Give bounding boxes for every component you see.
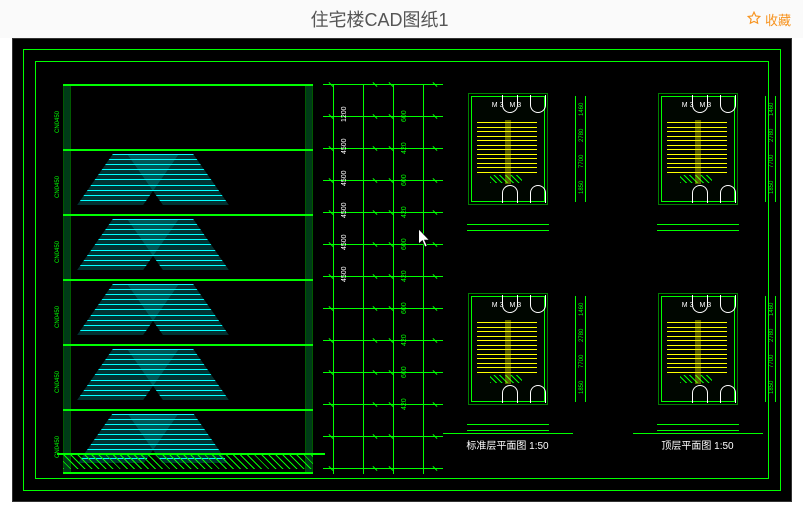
- door-arch-icon: [502, 185, 518, 203]
- dim-text-d1-0: 1200: [341, 106, 348, 122]
- dim-text-d2-2: 600: [401, 174, 408, 186]
- dim-text-d1-2: 4500: [341, 170, 348, 186]
- plan-dim-v-text: 7700: [769, 155, 775, 168]
- page-header: 住宅楼CAD图纸1 收藏: [0, 0, 803, 38]
- plan-title: 标准层平面图 1:50: [443, 433, 573, 452]
- plan-dim-v-text: 1850: [579, 181, 585, 194]
- floor-3: [63, 279, 313, 344]
- favorite-label: 收藏: [765, 10, 791, 29]
- door-arch-icon: [720, 385, 736, 403]
- floor-0: [63, 84, 313, 149]
- floor-1: [63, 149, 313, 214]
- door-labels: M3 M3: [643, 102, 753, 109]
- plan-dim-vertical: 1460 2780 7700 1850: [569, 296, 591, 402]
- dim-text-d2-1: 420: [401, 142, 408, 154]
- plan-dim-v-text: 1460: [579, 303, 585, 316]
- floor-2: [63, 214, 313, 279]
- door-arch-icon: [692, 385, 708, 403]
- plan-views-group: M3 M3 1460278077001850 M3 M3 14602780770…: [453, 84, 773, 484]
- dim-text-d2-7: 420: [401, 334, 408, 346]
- plan-dim-v-text: 1460: [579, 103, 585, 116]
- door-arch-icon: [530, 385, 546, 403]
- plan-dim-v-text: 1460: [769, 103, 775, 116]
- plan-dim-v-text: 2780: [579, 129, 585, 142]
- plan-stair-well: [695, 120, 701, 184]
- plan-dim-v-text: 7700: [579, 155, 585, 168]
- section-dim-left-4: CN0450: [55, 371, 61, 393]
- section-dim-left-1: CN0450: [55, 176, 61, 198]
- section-dim-left-5: CN0450: [55, 436, 61, 458]
- soil-hatch: [63, 455, 313, 469]
- dim-text-d2-5: 420: [401, 270, 408, 282]
- dim-text-d2-9: 420: [401, 398, 408, 410]
- door-arch-icon: [502, 385, 518, 403]
- plan-dim-v-text: 1850: [579, 381, 585, 394]
- plan-dim-v-text: 7700: [769, 355, 775, 368]
- section-dim-left-0: CN0450: [55, 111, 61, 133]
- plan-stair-well: [505, 120, 511, 184]
- stair-plan-0: M3 M3 1460278077001850: [453, 84, 563, 214]
- door-labels: M3 M3: [453, 302, 563, 309]
- plan-dim-vertical: 1460 2780 7700 1850: [569, 96, 591, 202]
- plan-dim-vertical: 1460 2780 7700 1850: [759, 96, 781, 202]
- plan-dim-v-text: 2780: [769, 329, 775, 342]
- dim-text-d2-0: 600: [401, 110, 408, 122]
- door-labels: M3 M3: [453, 102, 563, 109]
- stair-plan-1: M3 M3 1460278077001850: [643, 84, 753, 214]
- plan-title: 顶层平面图 1:50: [633, 433, 763, 452]
- plan-stair-well: [505, 320, 511, 384]
- section-dim-left-3: CN0450: [55, 306, 61, 328]
- plan-dim-v-text: 1850: [769, 381, 775, 394]
- stair-flight-2: [93, 216, 213, 279]
- stair-flight-1: [93, 151, 213, 214]
- door-arch-icon: [530, 185, 546, 203]
- section-dim-left-2: CN0450: [55, 241, 61, 263]
- dim-text-d1-3: 4500: [341, 202, 348, 218]
- dim-text-d1-1: 4500: [341, 138, 348, 154]
- dim-text-d2-6: 600: [401, 302, 408, 314]
- favorite-button[interactable]: 收藏: [747, 10, 791, 29]
- floor-4: [63, 344, 313, 409]
- cad-viewport[interactable]: 120045004500450045004500 600420600420600…: [12, 38, 792, 502]
- plan-dim-horizontal: [657, 420, 739, 434]
- dim-text-d2-8: 600: [401, 366, 408, 378]
- dimension-column-1: 1200 4500 4500 4500 4500 4500: [323, 84, 383, 474]
- stair-plan-2: M3 M3 1460278077001850 标准层平面图 1:50: [453, 284, 563, 414]
- plan-dim-horizontal: [467, 420, 549, 434]
- dim-text-d1-5: 4500: [341, 266, 348, 282]
- stair-flight-4: [93, 346, 213, 409]
- plan-dim-v-text: 2780: [769, 129, 775, 142]
- door-arch-icon: [692, 185, 708, 203]
- plan-dim-v-text: 1460: [769, 303, 775, 316]
- dim-text-d2-4: 600: [401, 238, 408, 250]
- plan-dim-v-text: 7700: [579, 355, 585, 368]
- stair-section-elevation: [63, 84, 313, 474]
- dim-text-d2-3: 420: [401, 206, 408, 218]
- plan-dim-v-text: 1850: [769, 181, 775, 194]
- plan-dim-v-text: 2780: [579, 329, 585, 342]
- door-labels: M3 M3: [643, 302, 753, 309]
- stair-flight-3: [93, 281, 213, 344]
- plan-dim-horizontal: [657, 220, 739, 234]
- plan-stair-well: [695, 320, 701, 384]
- stair-plan-3: M3 M3 1460278077001850 顶层平面图 1:50: [643, 284, 753, 414]
- plan-dim-vertical: 1460 2780 7700 1850: [759, 296, 781, 402]
- dimension-column-2: 600 420 600 420 600 420 600 420 600 420: [383, 84, 443, 474]
- star-icon: [747, 11, 761, 28]
- dim-text-d1-4: 4500: [341, 234, 348, 250]
- drawing-title: 住宅楼CAD图纸1: [12, 6, 747, 32]
- plan-dim-horizontal: [467, 220, 549, 234]
- door-arch-icon: [720, 185, 736, 203]
